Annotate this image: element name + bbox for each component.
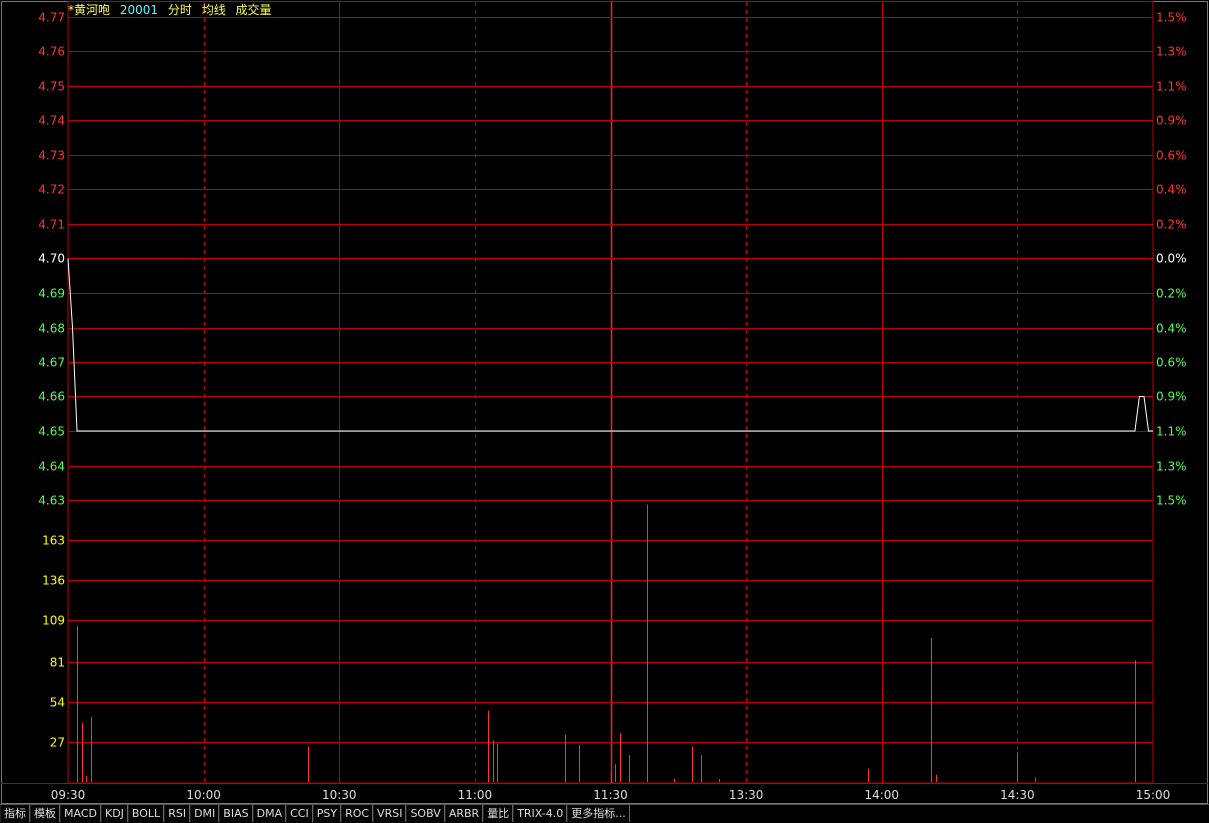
pct-tick-label: 0.2% bbox=[1156, 218, 1187, 232]
pct-tick-label: 1.3% bbox=[1156, 460, 1187, 474]
price-line bbox=[67, 258, 1153, 432]
price-tick-label: 4.77 bbox=[38, 11, 65, 25]
pct-tick-label: 1.5% bbox=[1156, 11, 1187, 25]
price-tick-label: 4.76 bbox=[38, 45, 65, 59]
volume-tick-label: 136 bbox=[42, 574, 65, 588]
intraday-chart[interactable]: 4.77 1.5% 4.76 1.3% 4.75 1.1% 4.74 0.9% 4.73 0.6%… bbox=[0, 0, 1209, 804]
outer-frame bbox=[1, 1, 1208, 804]
time-tick-label: 11:30 bbox=[593, 788, 628, 802]
price-tick-label: 4.75 bbox=[38, 80, 65, 94]
price-tick-label: 4.70 bbox=[38, 252, 65, 266]
pct-tick-label: 0.9% bbox=[1156, 114, 1187, 128]
price-tick-label: 4.67 bbox=[38, 356, 65, 370]
pct-tick-label: 0.4% bbox=[1156, 322, 1187, 336]
time-tick-label: 14:00 bbox=[864, 788, 899, 802]
toolbar-item-13[interactable]: SOBV bbox=[406, 805, 445, 822]
toolbar-item-12[interactable]: VRSI bbox=[373, 805, 407, 822]
toolbar-item-8[interactable]: DMA bbox=[252, 805, 287, 822]
toolbar-item-7[interactable]: BIAS bbox=[219, 805, 253, 822]
price-tick-label: 4.68 bbox=[38, 322, 65, 336]
volume-tick-label: 81 bbox=[50, 656, 65, 670]
pct-tick-label: 0.2% bbox=[1156, 287, 1187, 301]
toolbar-item-17[interactable]: 更多指标... bbox=[567, 805, 630, 822]
volume-tick-label: 27 bbox=[50, 736, 65, 750]
indicator-toolbar: 指标 模板 MACD KDJ BOLL RSI DMI BIAS DMA CCI PSY ROC VRS… bbox=[0, 804, 1209, 823]
price-tick-label: 4.72 bbox=[38, 183, 65, 197]
time-tick-label: 11:00 bbox=[458, 788, 493, 802]
label-time-share: 分时 bbox=[167, 3, 192, 17]
price-tick-label: 4.73 bbox=[38, 149, 65, 163]
pct-tick-label: 1.1% bbox=[1156, 425, 1187, 439]
toolbar-item-2[interactable]: MACD bbox=[60, 805, 101, 822]
pct-tick-label: 0.9% bbox=[1156, 390, 1187, 404]
pct-tick-label: 0.6% bbox=[1156, 149, 1187, 163]
toolbar-item-15[interactable]: 量比 bbox=[483, 805, 514, 822]
toolbar-item-4[interactable]: BOLL bbox=[127, 805, 165, 822]
price-tick-label: 4.71 bbox=[38, 218, 65, 232]
chart-title-bar: *黄河咆 20001 分时 均线 成交量 bbox=[68, 2, 278, 18]
pct-tick-label: 1.1% bbox=[1156, 80, 1187, 94]
plot-frame bbox=[67, 1, 1154, 784]
toolbar-item-14[interactable]: ARBR bbox=[444, 805, 484, 822]
price-tick-label: 4.74 bbox=[38, 114, 65, 128]
price-tick-label: 4.63 bbox=[38, 494, 65, 508]
time-tick-label: 13:30 bbox=[729, 788, 764, 802]
toolbar-item-10[interactable]: PSY bbox=[312, 805, 342, 822]
pct-tick-label: 1.5% bbox=[1156, 494, 1187, 508]
time-tick-label: 09:30 bbox=[51, 788, 86, 802]
toolbar-item-0[interactable]: 指标 bbox=[0, 805, 30, 822]
price-tick-label: 4.66 bbox=[38, 390, 65, 404]
label-avg-line: 均线 bbox=[201, 3, 226, 17]
label-volume: 成交量 bbox=[235, 3, 272, 17]
volume-tick-label: 109 bbox=[42, 614, 65, 628]
toolbar-item-16[interactable]: TRIX-4.0 bbox=[513, 805, 568, 822]
toolbar-item-6[interactable]: DMI bbox=[190, 805, 220, 822]
toolbar-item-1[interactable]: 模板 bbox=[30, 805, 60, 822]
volume-tick-label: 54 bbox=[50, 696, 65, 710]
stock-code: 20001 bbox=[119, 3, 159, 17]
volume-tick-label: 163 bbox=[42, 534, 65, 548]
price-tick-label: 4.64 bbox=[38, 460, 65, 474]
price-tick-label: 4.65 bbox=[38, 425, 65, 439]
toolbar-item-5[interactable]: RSI bbox=[164, 805, 191, 822]
stock-name: *黄河咆 bbox=[68, 3, 111, 17]
time-tick-label: 15:00 bbox=[1136, 788, 1171, 802]
pct-tick-label: 1.3% bbox=[1156, 45, 1187, 59]
pct-tick-label: 0.0% bbox=[1156, 252, 1187, 266]
price-tick-label: 4.69 bbox=[38, 287, 65, 301]
toolbar-item-3[interactable]: KDJ bbox=[100, 805, 128, 822]
time-tick-label: 10:00 bbox=[186, 788, 221, 802]
time-tick-label: 10:30 bbox=[322, 788, 357, 802]
toolbar-item-11[interactable]: ROC bbox=[341, 805, 374, 822]
pct-tick-label: 0.4% bbox=[1156, 183, 1187, 197]
time-tick-label: 14:30 bbox=[1000, 788, 1035, 802]
pct-tick-label: 0.6% bbox=[1156, 356, 1187, 370]
toolbar-item-9[interactable]: CCI bbox=[286, 805, 313, 822]
